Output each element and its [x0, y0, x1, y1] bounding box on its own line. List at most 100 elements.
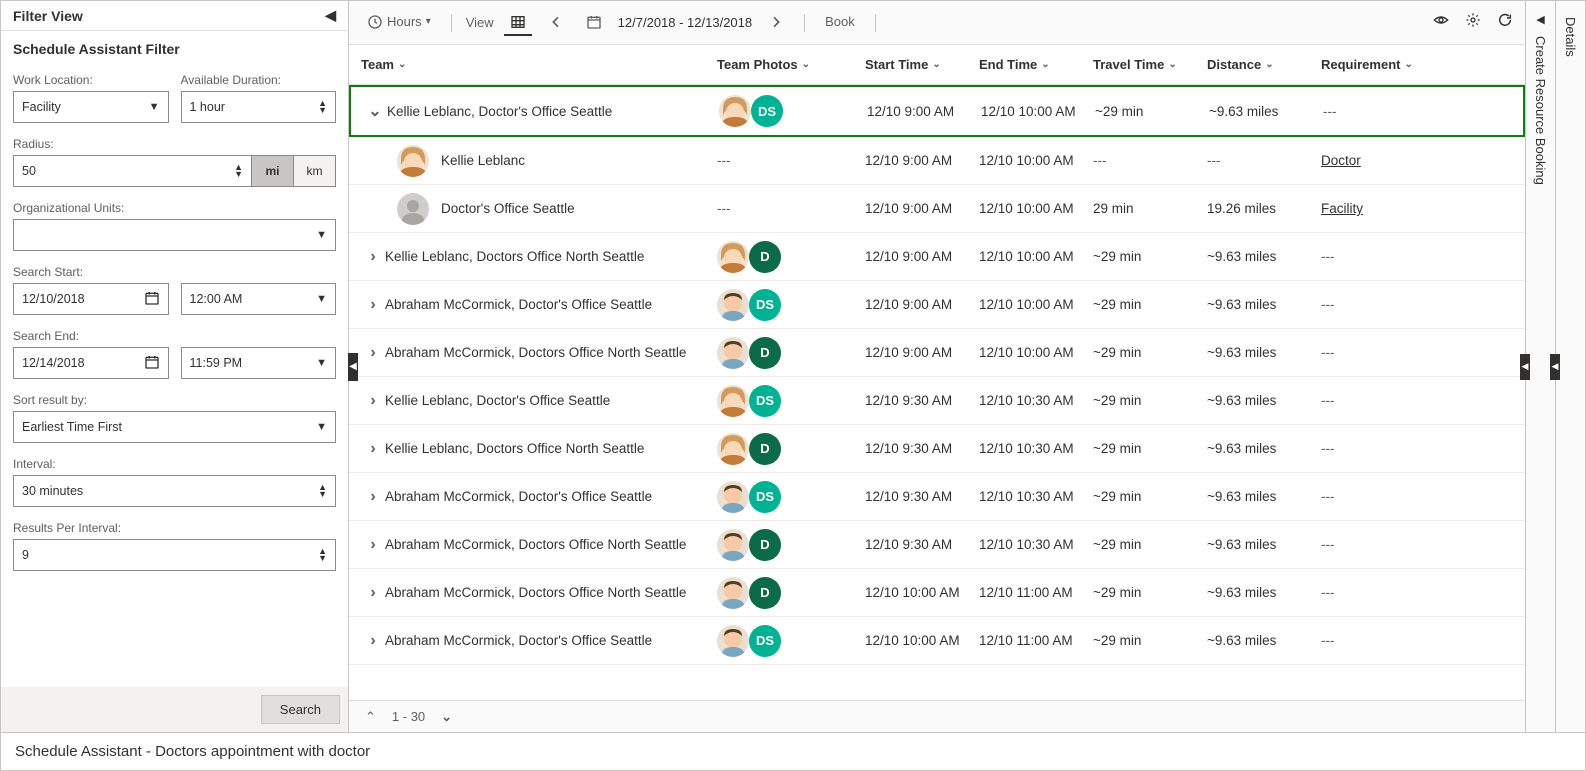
grid-icon: [510, 14, 526, 30]
collapse-left-icon[interactable]: ◀: [325, 7, 336, 24]
cell-start: 12/10 9:00 AM: [867, 104, 981, 119]
search-end-date[interactable]: 12/14/2018: [13, 347, 169, 379]
initials-badge: DS: [749, 289, 781, 321]
cell-requirement: ---: [1321, 249, 1441, 264]
next-button[interactable]: [762, 10, 790, 36]
radius-input[interactable]: 50 ▲▼: [13, 155, 252, 187]
cell-distance: ~9.63 miles: [1209, 104, 1323, 119]
book-button[interactable]: Book: [819, 10, 861, 35]
cell-photos: DS: [717, 289, 865, 321]
table-child-row[interactable]: Kellie Leblanc---12/10 9:00 AM12/10 10:0…: [349, 137, 1525, 185]
filter-view-title: Filter View: [13, 8, 83, 24]
search-start-date[interactable]: 12/10/2018: [13, 283, 169, 315]
schedule-assistant-filter-title: Schedule Assistant Filter: [1, 31, 348, 65]
rail-expand-handle[interactable]: ◀: [1550, 354, 1560, 380]
table-row[interactable]: ›Abraham McCormick, Doctors Office North…: [349, 521, 1525, 569]
table-row[interactable]: ›Abraham McCormick, Doctors Office North…: [349, 569, 1525, 617]
table-row[interactable]: ›Kellie Leblanc, Doctors Office North Se…: [349, 425, 1525, 473]
avatar: [717, 289, 749, 321]
cell-photos: ---: [717, 201, 865, 216]
grid-view-button[interactable]: [504, 10, 532, 36]
expand-toggle[interactable]: ⌄: [363, 101, 387, 121]
results-per-interval-input[interactable]: 9 ▲▼: [13, 539, 336, 571]
col-requirement[interactable]: Requirement⌄: [1321, 57, 1441, 72]
table-row[interactable]: ›Abraham McCormick, Doctor's Office Seat…: [349, 617, 1525, 665]
initials-badge: D: [749, 337, 781, 369]
avatar: [717, 577, 749, 609]
expand-toggle[interactable]: ›: [361, 488, 385, 506]
interval-input[interactable]: 30 minutes ▲▼: [13, 475, 336, 507]
col-team-photos[interactable]: Team Photos⌄: [717, 57, 865, 72]
cell-end: 12/10 10:30 AM: [979, 489, 1093, 504]
table-row[interactable]: ›Kellie Leblanc, Doctors Office North Se…: [349, 233, 1525, 281]
table-row[interactable]: ›Abraham McCormick, Doctors Office North…: [349, 329, 1525, 377]
refresh-icon[interactable]: [1497, 12, 1513, 33]
details-pane[interactable]: Details ◀: [1555, 1, 1585, 732]
gear-icon[interactable]: [1465, 12, 1481, 33]
cell-photos: DS: [717, 385, 865, 417]
avatar: [717, 529, 749, 561]
table-row[interactable]: ›Kellie Leblanc, Doctor's Office Seattle…: [349, 377, 1525, 425]
page-footer-title: Schedule Assistant - Doctors appointment…: [1, 732, 1585, 770]
child-name: Kellie Leblanc: [441, 153, 525, 168]
cell-requirement[interactable]: Doctor: [1321, 153, 1441, 168]
initials-badge: D: [749, 433, 781, 465]
toolbar: Hours ▾ View 12/7/2018 - 12/13/2018 Book: [349, 1, 1525, 45]
search-end-time[interactable]: 11:59 PM▼: [181, 347, 337, 379]
col-travel-time[interactable]: Travel Time⌄: [1093, 57, 1207, 72]
expand-toggle[interactable]: ›: [361, 344, 385, 362]
cell-start: 12/10 10:00 AM: [865, 633, 979, 648]
cell-team: Abraham McCormick, Doctors Office North …: [385, 345, 717, 360]
pager-range: 1 - 30: [392, 709, 425, 724]
cell-distance: ~9.63 miles: [1207, 345, 1321, 360]
org-units-select[interactable]: ▼: [13, 219, 336, 251]
prev-button[interactable]: [542, 10, 570, 36]
cell-requirement[interactable]: Facility: [1321, 201, 1441, 216]
date-picker-button[interactable]: [580, 10, 608, 36]
available-duration-input[interactable]: 1 hour ▲▼: [181, 91, 337, 123]
cell-distance: ~9.63 miles: [1207, 297, 1321, 312]
sort-select[interactable]: Earliest Time First▼: [13, 411, 336, 443]
hours-dropdown[interactable]: Hours ▾: [361, 10, 437, 36]
search-button[interactable]: Search: [261, 695, 340, 724]
panel-collapse-handle[interactable]: ◀: [348, 353, 358, 381]
org-units-label: Organizational Units:: [13, 201, 336, 215]
table-row[interactable]: ›Abraham McCormick, Doctor's Office Seat…: [349, 473, 1525, 521]
table-child-row[interactable]: Doctor's Office Seattle---12/10 9:00 AM1…: [349, 185, 1525, 233]
table-body[interactable]: ⌄ Kellie Leblanc, Doctor's Office Seattle…: [349, 85, 1525, 700]
cell-distance: ~9.63 miles: [1207, 633, 1321, 648]
cell-travel: ~29 min: [1093, 249, 1207, 264]
cell-team: Kellie Leblanc, Doctor's Office Seattle: [385, 393, 717, 408]
col-distance[interactable]: Distance⌄: [1207, 57, 1321, 72]
cell-end: 12/10 10:30 AM: [979, 537, 1093, 552]
cell-distance: ---: [1207, 153, 1321, 168]
col-start-time[interactable]: Start Time⌄: [865, 57, 979, 72]
search-start-time[interactable]: 12:00 AM▼: [181, 283, 337, 315]
chevron-left-icon[interactable]: ◀: [1536, 13, 1544, 26]
clock-icon: [367, 14, 383, 30]
pager-down-icon[interactable]: ⌄: [441, 709, 452, 725]
expand-toggle[interactable]: ›: [361, 584, 385, 602]
table-header: Team⌄ Team Photos⌄ Start Time⌄ End Time⌄…: [349, 45, 1525, 85]
cell-team: Abraham McCormick, Doctor's Office Seatt…: [385, 297, 717, 312]
expand-toggle[interactable]: ›: [361, 632, 385, 650]
col-end-time[interactable]: End Time⌄: [979, 57, 1093, 72]
cell-requirement: ---: [1321, 441, 1441, 456]
cell-end: 12/10 10:00 AM: [979, 249, 1093, 264]
radius-unit-km[interactable]: km: [294, 155, 336, 187]
radius-unit-mi[interactable]: mi: [252, 155, 294, 187]
work-location-select[interactable]: Facility▼: [13, 91, 169, 123]
table-row[interactable]: ⌄Kellie Leblanc, Doctor's Office Seattle…: [349, 85, 1525, 137]
table-row[interactable]: ›Abraham McCormick, Doctor's Office Seat…: [349, 281, 1525, 329]
expand-toggle[interactable]: ›: [361, 248, 385, 266]
pager-up-icon[interactable]: ⌃: [365, 709, 376, 725]
expand-toggle[interactable]: ›: [361, 392, 385, 410]
rail-expand-handle[interactable]: ◀: [1520, 354, 1530, 380]
avatar: [717, 337, 749, 369]
expand-toggle[interactable]: ›: [361, 296, 385, 314]
main-area: ◀ Hours ▾ View 12/7/2018 - 12/13/2018: [349, 1, 1525, 732]
expand-toggle[interactable]: ›: [361, 536, 385, 554]
eye-icon[interactable]: [1433, 12, 1449, 33]
expand-toggle[interactable]: ›: [361, 440, 385, 458]
col-team[interactable]: Team⌄: [357, 57, 717, 72]
